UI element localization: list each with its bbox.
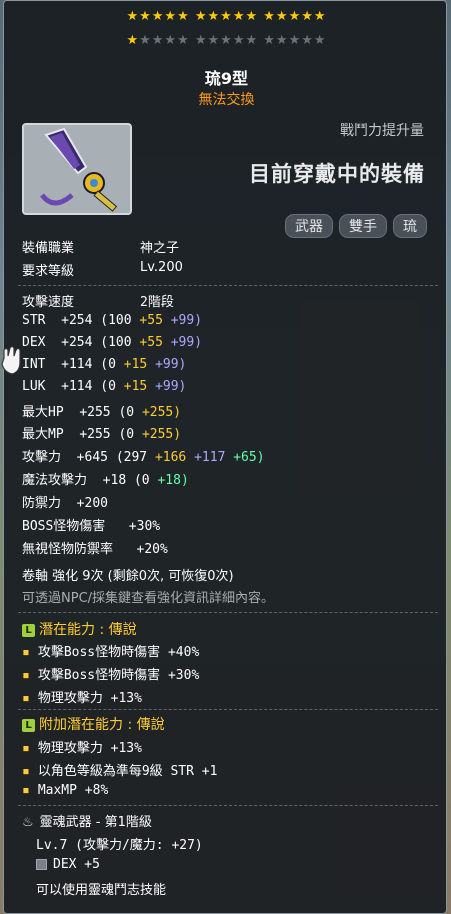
stat-dex: DEX +254 (100 +55 +99): [22, 335, 203, 350]
potential-line: ▪ 物理攻擊力 +13%: [22, 691, 142, 706]
legendary-badge-icon: L: [22, 718, 35, 732]
item-icon-frame: [22, 123, 132, 215]
tag-class: 琉: [393, 214, 427, 238]
potential-line: ▪ 攻擊Boss怪物時傷害 +30%: [22, 668, 200, 683]
soul-stat-icon: [36, 859, 47, 870]
stat-attack: 攻擊力 +645 (297 +166 +117 +65): [22, 450, 265, 465]
item-name: 琉9型: [204, 69, 249, 88]
stat-int: INT +114 (0 +15 +99): [22, 357, 187, 372]
hand-cursor-icon: [1, 345, 21, 375]
upgrade-info: 卷軸 強化 9次 (剩餘0次, 可恢復0次): [22, 569, 234, 584]
star-force-row-2: ★★★★★ ★★★★★ ★★★★★: [126, 33, 327, 48]
item-tooltip: ★★★★★ ★★★★★ ★★★★★ ★★★★★ ★★★★★ ★★★★★ 琉9型 …: [3, 0, 447, 914]
bonus-potential-header: L 附加潛在能力 : 傳說: [22, 714, 165, 734]
stat-max-mp: 最大MP +255 (0 +255): [22, 427, 182, 442]
tag-two-handed: 雙手: [339, 214, 387, 238]
divider: [18, 805, 438, 806]
req-level: 要求等級 Lv.200: [22, 260, 183, 279]
divider: [18, 612, 438, 613]
soul-flame-icon: ♨: [22, 815, 34, 830]
stat-magic-attack: 魔法攻擊力 +18 (0 +18): [22, 473, 189, 488]
stat-str: STR +254 (100 +55 +99): [22, 313, 203, 328]
stat-luk: LUK +114 (0 +15 +99): [22, 379, 187, 394]
stat-max-hp: 最大HP +255 (0 +255): [22, 405, 182, 420]
soul-weapon-stat: DEX +5: [36, 857, 100, 872]
item-tags: 武器 雙手 琉: [285, 214, 427, 238]
stat-defense: 防禦力 +200: [22, 496, 108, 511]
currently-equipped-label: 目前穿戴中的裝備: [249, 162, 425, 186]
trade-status: 無法交換: [198, 92, 255, 108]
stat-attack-speed: 攻擊速度 2階段: [22, 295, 174, 310]
soul-weapon-level: Lv.7 (攻擊力/魔力: +27): [36, 838, 203, 853]
stat-boss-damage: BOSS怪物傷害 +30%: [22, 519, 161, 534]
stat-ignore-defense: 無視怪物防禦率 +20%: [22, 542, 168, 557]
bonus-potential-line: ▪ MaxMP +8%: [22, 783, 109, 798]
divider: [18, 285, 438, 286]
upgrade-hint: 可透過NPC/採集鍵查看強化資訊詳細內容。: [22, 591, 275, 606]
tag-weapon: 武器: [285, 214, 333, 238]
potential-header: L 潛在能力 : 傳說: [22, 619, 137, 639]
bonus-potential-line: ▪ 物理攻擊力 +13%: [22, 741, 142, 756]
star-force-row-1: ★★★★★ ★★★★★ ★★★★★: [126, 9, 327, 24]
req-job: 裝備職業 神之子: [22, 241, 180, 256]
soul-weapon-title: ♨ 靈魂武器 - 第1階級: [22, 815, 152, 830]
potential-line: ▪ 攻擊Boss怪物時傷害 +40%: [22, 645, 200, 660]
legendary-badge-icon: L: [22, 623, 35, 637]
bonus-potential-line: ▪ 以角色等級為準每9級 STR +1: [22, 764, 218, 779]
soul-weapon-skill: 可以使用靈魂鬥志技能: [36, 883, 167, 898]
sword-weapon-icon: [40, 127, 118, 212]
power-increase-label: 戰鬥力提升量: [340, 123, 424, 139]
divider: [18, 709, 438, 710]
